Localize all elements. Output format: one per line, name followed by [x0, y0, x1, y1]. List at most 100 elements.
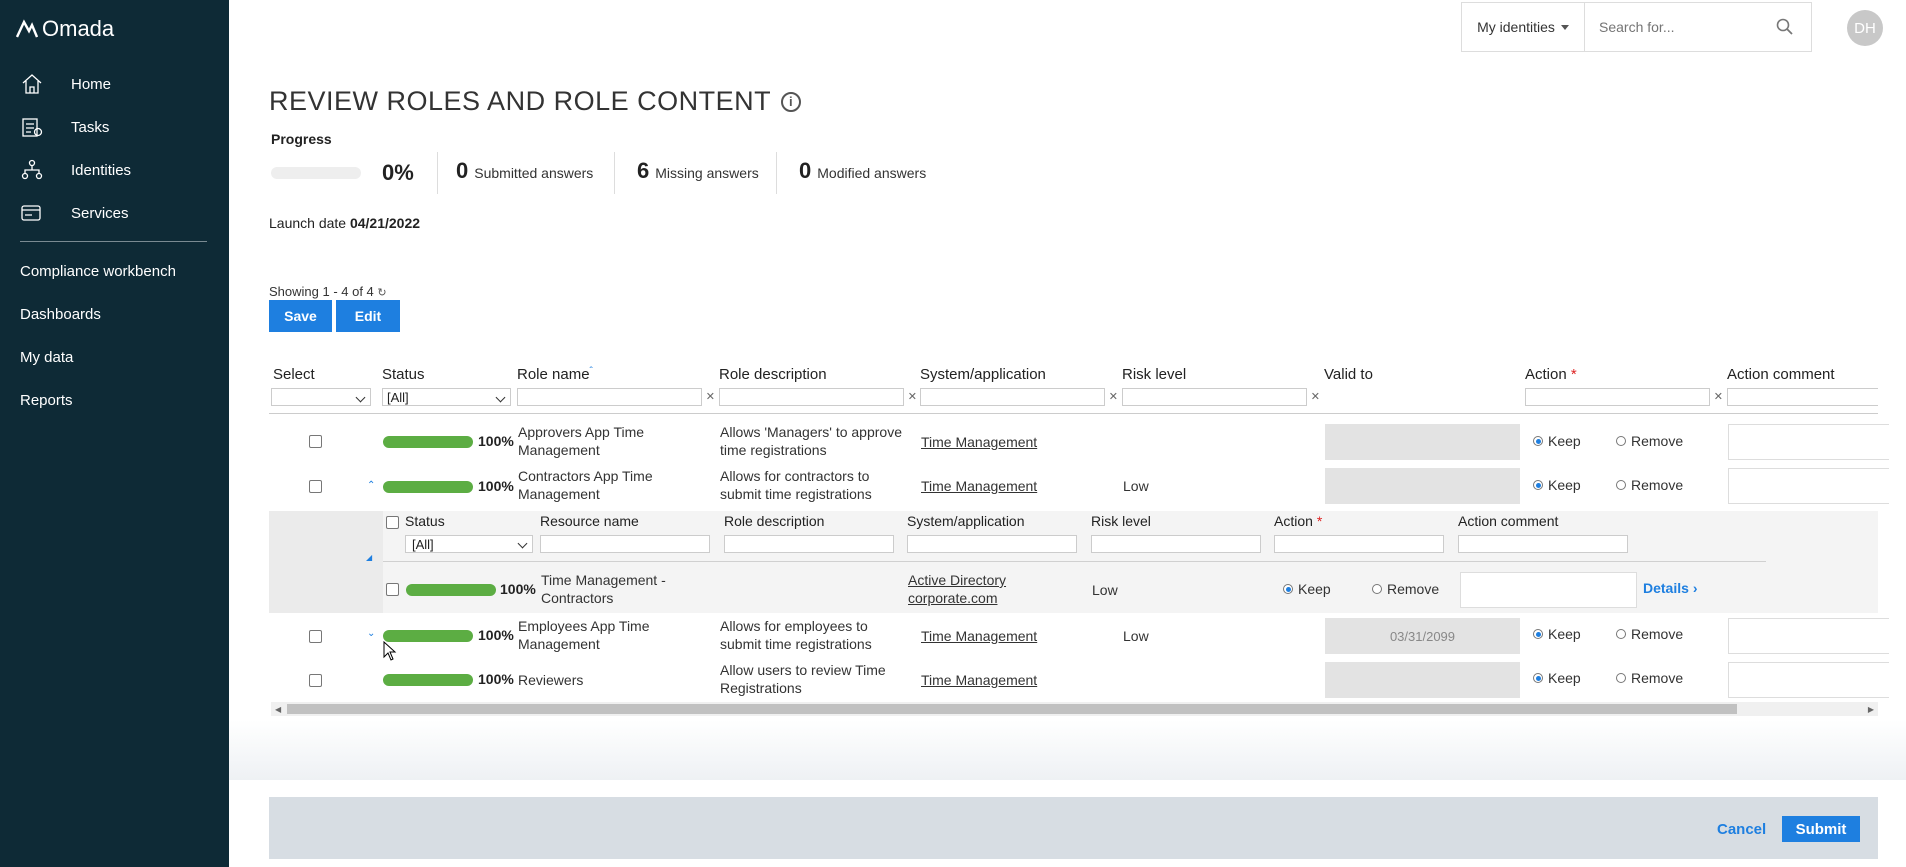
omada-logo[interactable]: Omada	[16, 16, 114, 42]
search-input[interactable]	[1597, 18, 1761, 36]
action-filter[interactable]: ✕	[1525, 388, 1723, 406]
keep-radio[interactable]	[1533, 629, 1543, 639]
keep-radio[interactable]	[1533, 480, 1543, 490]
launch-date: Launch date 04/21/2022	[269, 215, 420, 231]
nested-resource-filter[interactable]	[540, 535, 710, 553]
risk-level-filter[interactable]: ✕	[1122, 388, 1320, 406]
clear-icon[interactable]: ✕	[1311, 390, 1320, 403]
refresh-icon[interactable]: ↻	[377, 287, 386, 299]
horizontal-scrollbar[interactable]: ◀ ▶	[271, 702, 1878, 716]
sidebar-item-dashboards[interactable]: Dashboards	[0, 299, 229, 329]
action-comment-field[interactable]	[1460, 572, 1637, 608]
save-button[interactable]: Save	[269, 300, 332, 332]
column-header-role-description[interactable]: Role description	[719, 366, 827, 383]
sidebar-item-compliance-workbench[interactable]: Compliance workbench	[0, 256, 229, 286]
column-header-action[interactable]: Action *	[1525, 366, 1577, 383]
sidebar-item-my-data[interactable]: My data	[0, 342, 229, 372]
nested-header-status[interactable]: Status	[405, 513, 445, 529]
nested-risk-filter[interactable]	[1091, 535, 1261, 553]
system-link[interactable]: Active Directory corporate.com	[908, 571, 1028, 607]
nested-header-role-description[interactable]: Role description	[724, 513, 824, 529]
action-comment-field[interactable]	[1728, 662, 1889, 698]
status-filter[interactable]: [All]	[382, 388, 511, 406]
clear-icon[interactable]: ✕	[706, 390, 715, 403]
valid-to-field[interactable]	[1325, 424, 1520, 460]
system-link[interactable]: Time Management	[921, 433, 1037, 451]
sidebar-item-identities[interactable]: Identities	[0, 155, 229, 185]
valid-to-field[interactable]: 03/31/2099	[1325, 618, 1520, 654]
remove-radio[interactable]	[1616, 673, 1626, 683]
nested-header-action-comment[interactable]: Action comment	[1458, 513, 1558, 529]
scrollbar-thumb[interactable]	[287, 704, 1737, 714]
role-description-filter[interactable]: ✕	[719, 388, 917, 406]
row-checkbox[interactable]	[309, 435, 322, 448]
select-filter[interactable]	[271, 388, 371, 406]
action-comment-field[interactable]	[1728, 468, 1889, 504]
keep-radio[interactable]	[1533, 436, 1543, 446]
column-header-status[interactable]: Status	[382, 366, 425, 383]
clear-icon[interactable]: ✕	[1109, 390, 1118, 403]
action-comment-field[interactable]	[1728, 618, 1889, 654]
edit-button[interactable]: Edit	[336, 300, 400, 332]
remove-radio[interactable]	[1616, 480, 1626, 490]
identities-icon	[21, 159, 43, 180]
action-comment-field[interactable]	[1728, 424, 1889, 460]
sidebar-item-home[interactable]: Home	[0, 69, 229, 99]
remove-radio[interactable]	[1616, 436, 1626, 446]
nested-description-filter[interactable]	[724, 535, 894, 553]
nested-system-filter[interactable]	[907, 535, 1077, 553]
info-icon[interactable]: i	[781, 91, 802, 112]
column-header-risk-level[interactable]: Risk level	[1122, 366, 1186, 383]
cancel-button[interactable]: Cancel	[1717, 821, 1766, 838]
sidebar-item-services[interactable]: Services	[0, 198, 229, 228]
nested-header-resource-name[interactable]: Resource name	[540, 513, 639, 529]
column-header-valid-to[interactable]: Valid to	[1324, 366, 1373, 383]
system-link[interactable]: Time Management	[921, 627, 1037, 645]
row-checkbox[interactable]	[309, 630, 322, 643]
system-filter[interactable]: ✕	[920, 388, 1118, 406]
keep-label: Keep	[1298, 581, 1331, 597]
scroll-right-icon[interactable]: ▶	[1868, 705, 1874, 714]
stat-divider	[776, 152, 777, 194]
submit-button[interactable]: Submit	[1782, 816, 1860, 842]
keep-radio[interactable]	[1283, 584, 1293, 594]
nested-action-filter[interactable]	[1274, 535, 1444, 553]
valid-to-field[interactable]	[1325, 468, 1520, 504]
column-header-select[interactable]: Select	[273, 366, 315, 383]
nested-header-risk-level[interactable]: Risk level	[1091, 513, 1151, 529]
keep-radio[interactable]	[1533, 673, 1543, 683]
chevron-down-icon[interactable]: ⌄	[367, 628, 375, 639]
column-header-action-comment[interactable]: Action comment	[1727, 366, 1835, 383]
valid-to-field[interactable]	[1325, 662, 1520, 698]
keep-label: Keep	[1548, 433, 1581, 449]
row-checkbox[interactable]	[386, 583, 399, 596]
clear-icon[interactable]: ✕	[1714, 390, 1723, 403]
avatar[interactable]: DH	[1847, 10, 1883, 46]
identity-selector[interactable]: My identities	[1462, 3, 1585, 51]
role-name-filter[interactable]: ✕	[517, 388, 715, 406]
nested-header-system-application[interactable]: System/application	[907, 513, 1025, 529]
remove-radio[interactable]	[1616, 629, 1626, 639]
chevron-up-icon[interactable]: ⌃	[367, 480, 375, 491]
column-header-role-name[interactable]: Role nameˆ	[517, 366, 593, 383]
details-link[interactable]: Details ›	[1643, 580, 1697, 596]
nested-header-action[interactable]: Action *	[1274, 513, 1322, 529]
sidebar-item-tasks[interactable]: Tasks	[0, 112, 229, 142]
sidebar-item-reports[interactable]: Reports	[0, 385, 229, 415]
row-checkbox[interactable]	[309, 674, 322, 687]
remove-label: Remove	[1631, 626, 1684, 642]
remove-radio[interactable]	[1372, 584, 1382, 594]
status-percent: 100%	[478, 433, 514, 449]
clear-icon[interactable]: ✕	[908, 390, 917, 403]
action-comment-filter[interactable]	[1727, 388, 1878, 406]
system-link[interactable]: Time Management	[921, 477, 1037, 495]
row-checkbox[interactable]	[309, 480, 322, 493]
nested-status-filter[interactable]: [All]	[405, 535, 533, 553]
nested-select-all-checkbox[interactable]	[386, 516, 399, 529]
system-link[interactable]: Time Management	[921, 671, 1037, 689]
search-icon[interactable]	[1776, 18, 1793, 35]
column-header-system-application[interactable]: System/application	[920, 366, 1046, 383]
scroll-left-icon[interactable]: ◀	[275, 705, 281, 714]
sidebar-divider	[20, 241, 207, 242]
nested-comment-filter[interactable]	[1458, 535, 1628, 553]
